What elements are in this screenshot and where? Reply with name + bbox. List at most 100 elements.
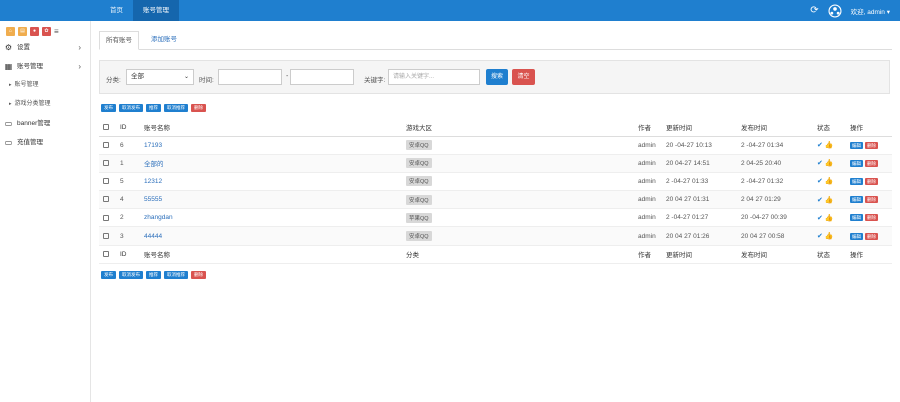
account-name-link[interactable]: 55555 [144,196,162,203]
tab-add-account[interactable]: 添加账号 [145,31,183,50]
delete-button[interactable]: 删除 [191,271,206,279]
delete-row-button[interactable]: 删除 [865,141,878,149]
edit-button[interactable]: 编辑 [850,214,863,222]
table-footer-row: ID 账号名称 分类 作者 更新时间 发布时间 状态 操作 [99,244,892,264]
cell-updated: 20 04 27 01:31 [662,190,737,210]
foot-col-author: 作者 [634,244,662,264]
accounts-table: ID 账号名称 游戏大区 作者 更新时间 发布时间 状态 操作 6 17193 … [99,119,892,264]
sidebar-shortcuts: ⌂ ▤ ● ✿ ≡ [0,21,90,38]
table-row: 5 12312 安卓QQ admin 2 -04-27 01:33 2 -04-… [99,172,892,192]
sidebar-subitem-game-categories[interactable]: ▸ 游戏分类管理 [0,95,90,114]
foot-col-status: 状态 [813,244,846,264]
cell-id: 5 [116,172,140,192]
category-select[interactable]: 全部 ⌄ [126,69,194,85]
recommend-button[interactable]: 推荐 [146,104,161,112]
col-status: 状态 [813,119,846,137]
checkbox[interactable] [103,124,109,131]
refresh-icon[interactable]: ⟳ [810,5,818,16]
cell-published: 2 04-25 20:40 [737,154,813,173]
time-separator: - [286,73,289,80]
table-row: 6 17193 安卓QQ admin 20 -04-27 10:13 2 -04… [99,136,892,155]
edit-button[interactable]: 编辑 [850,177,863,185]
unrecommend-button[interactable]: 取消推荐 [164,271,188,279]
delete-row-button[interactable]: 删除 [865,177,878,185]
delete-row-button[interactable]: 删除 [865,232,878,240]
foot-col-actions: 操作 [846,244,892,264]
clear-button[interactable]: 清空 [512,69,535,85]
recommend-button[interactable]: 推荐 [146,271,161,279]
nav-account-management[interactable]: 账号管理 [133,0,179,21]
status-icons[interactable]: ✔ 👍 [817,197,834,204]
status-icons[interactable]: ✔ 👍 [817,178,834,185]
sidebar-subitem-label: 游戏分类管理 [14,101,51,107]
edit-button[interactable]: 编辑 [850,232,863,240]
status-icons[interactable]: ✔ 👍 [817,215,834,222]
delete-row-button[interactable]: 删除 [865,196,878,204]
grid-icon: ▦ [4,62,13,71]
filter-panel: 分类: 全部 ⌄ 时间: - 关键字: 请输入关键字... 搜索 清空 [99,60,890,94]
keyword-input[interactable]: 请输入关键字... [388,69,480,85]
status-icons[interactable]: ✔ 👍 [817,233,834,240]
user-avatar-icon[interactable] [828,3,842,18]
select-all-checkbox[interactable] [99,119,116,137]
cell-published: 2 -04-27 01:34 [737,136,813,155]
table-header-row: ID 账号名称 游戏大区 作者 更新时间 发布时间 状态 操作 [99,119,892,137]
status-icons[interactable]: ✔ 👍 [817,142,834,149]
shortcut-home-icon[interactable]: ⌂ [6,27,15,36]
cell-author: admin [634,154,662,173]
delete-row-button[interactable]: 删除 [865,214,878,222]
select-all-checkbox-bottom[interactable] [103,251,109,257]
edit-button[interactable]: 编辑 [850,196,863,204]
bulk-actions-top: 发布 取消发布 推荐 取消推荐 删除 [101,104,206,112]
row-checkbox[interactable] [103,178,109,185]
sidebar-item-label: 账号管理 [17,63,43,70]
sidebar-item-account-management[interactable]: ▦ 账号管理 › [0,57,90,76]
cell-id: 1 [116,154,140,173]
cell-id: 3 [116,226,140,246]
user-menu[interactable]: 欢迎, admin ▾ [851,6,890,16]
region-tag: 安卓QQ [406,158,432,169]
delete-button[interactable]: 删除 [191,104,206,112]
sidebar-item-recharge[interactable]: ▭ 充值管理 [0,133,90,152]
account-name-link[interactable]: zhangdan [144,214,173,221]
cell-author: admin [634,208,662,228]
end-time-input[interactable] [290,69,354,85]
status-icons[interactable]: ✔ 👍 [817,160,834,167]
shortcut-doc-icon[interactable]: ▤ [18,27,27,36]
keyword-label: 关键字: [364,77,386,84]
sidebar-item-banner[interactable]: ▭ banner管理 [0,114,90,133]
list-toggle-icon[interactable]: ≡ [54,27,63,36]
delete-row-button[interactable]: 删除 [865,159,878,167]
shortcut-settings-icon[interactable]: ✿ [42,27,51,36]
shortcut-user-icon[interactable]: ● [30,27,39,36]
account-name-link[interactable]: 全部的 [144,161,164,168]
publish-button[interactable]: 发布 [101,271,116,279]
sidebar-subitem-accounts[interactable]: ▸ 账号管理 [0,76,90,95]
row-checkbox[interactable] [103,160,109,167]
col-author: 作者 [634,119,662,137]
tab-all-accounts[interactable]: 所有账号 [99,31,139,50]
search-button[interactable]: 搜索 [486,69,508,85]
edit-button[interactable]: 编辑 [850,141,863,149]
row-checkbox[interactable] [103,141,109,148]
nav-home[interactable]: 首页 [100,0,133,21]
account-name-link[interactable]: 17193 [144,142,162,149]
account-name-link[interactable]: 12312 [144,178,162,185]
col-id: ID [116,119,140,137]
edit-button[interactable]: 编辑 [850,159,863,167]
region-tag: 安卓QQ [406,231,432,242]
row-checkbox[interactable] [103,232,109,239]
top-right-tools: ⟳ 欢迎, admin ▾ [810,0,890,21]
chevron-down-icon: ⌄ [183,74,189,80]
unrecommend-button[interactable]: 取消推荐 [164,104,188,112]
publish-button[interactable]: 发布 [101,104,116,112]
account-name-link[interactable]: 44444 [144,233,162,240]
sidebar-subitem-label: 账号管理 [14,82,39,88]
start-time-input[interactable] [218,69,282,85]
unpublish-button[interactable]: 取消发布 [119,104,143,112]
chevron-right-icon: › [78,43,81,52]
unpublish-button[interactable]: 取消发布 [119,271,143,279]
row-checkbox[interactable] [103,214,109,221]
sidebar-item-settings[interactable]: ⚙ 设置 › [0,38,90,57]
row-checkbox[interactable] [103,196,109,203]
